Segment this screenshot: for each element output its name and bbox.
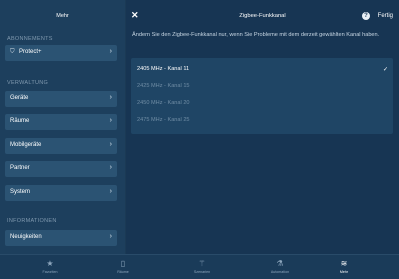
- checkmark-icon: ✓: [382, 67, 388, 73]
- sidebar-item-label: Protect+: [19, 49, 42, 55]
- tab-label: Automation: [270, 270, 290, 274]
- chevron-right-icon: ›: [109, 141, 112, 148]
- sidebar-item-label: Partner: [10, 165, 30, 171]
- tab-label: Favoriten: [42, 270, 58, 274]
- section-label-information: INFORMATIONEN: [7, 218, 57, 224]
- tab-rooms[interactable]: ▯ Räume: [103, 259, 143, 274]
- sidebar-item-news[interactable]: Neuigkeiten ›: [5, 230, 117, 246]
- channel-option-15[interactable]: 2425 MHz - Kanal 15: [137, 83, 190, 89]
- tab-favorites[interactable]: ★ Favoriten: [30, 259, 70, 274]
- flask-icon: ⚗: [276, 259, 284, 268]
- star-icon: ★: [46, 259, 54, 268]
- sidebar-item-label: Neuigkeiten: [10, 234, 42, 240]
- zigbee-channel-panel: ✕ Zigbee-Funkkanal ? Fertig Ändern Sie d…: [126, 0, 399, 254]
- sidebar-item-devices[interactable]: Geräte ›: [5, 91, 117, 107]
- panel-description: Ändern Sie den Zigbee-Funkkanal nur, wen…: [132, 32, 380, 38]
- sidebar-item-protect-plus[interactable]: ⛉ Protect+ ›: [5, 45, 117, 61]
- sidebar-item-mobile-devices[interactable]: Mobilgeräte ›: [5, 138, 117, 154]
- channel-option-11[interactable]: 2405 MHz - Kanal 11: [137, 66, 189, 72]
- shield-icon: ⛉: [10, 49, 15, 55]
- channel-option-20[interactable]: 2450 MHz - Kanal 20: [137, 100, 190, 106]
- section-label-subscriptions: ABONNEMENTS: [7, 36, 53, 42]
- sidebar-item-label: Mobilgeräte: [10, 142, 42, 148]
- app-window: ◂ Suchen 09:53 Freitag 20. Dez. 99 % Meh…: [0, 0, 399, 279]
- tab-more[interactable]: ≋ Mehr: [324, 259, 364, 274]
- sidebar-item-label: System: [10, 189, 31, 195]
- chevron-right-icon: ›: [109, 117, 112, 124]
- bottom-tab-bar: ★ Favoriten ▯ Räume ⚚ Szenarien ⚗ Automa…: [0, 254, 399, 279]
- chevron-right-icon: ›: [109, 94, 112, 101]
- chevron-right-icon: ›: [109, 188, 112, 195]
- sidebar-item-label: Geräte: [10, 95, 29, 101]
- sidebar-item-partners[interactable]: Partner ›: [5, 161, 117, 177]
- channel-list: 2405 MHz - Kanal 11 ✓ 2425 MHz - Kanal 1…: [131, 58, 393, 134]
- magic-wand-icon: ⚚: [198, 259, 206, 268]
- layers-icon: ≋: [340, 259, 348, 268]
- tab-scenarios[interactable]: ⚚ Szenarien: [182, 259, 222, 274]
- panel-title: Zigbee-Funkkanal: [239, 13, 286, 19]
- chevron-right-icon: ›: [109, 164, 112, 171]
- tab-label: Mehr: [339, 270, 349, 274]
- tab-automation[interactable]: ⚗ Automation: [260, 259, 300, 274]
- section-label-management: VERWALTUNG: [7, 80, 49, 86]
- channel-option-25[interactable]: 2475 MHz - Kanal 25: [137, 117, 190, 123]
- done-button[interactable]: Fertig: [378, 13, 393, 19]
- help-icon[interactable]: ?: [362, 12, 370, 20]
- room-icon: ▯: [120, 259, 126, 268]
- chevron-right-icon: ›: [109, 48, 112, 55]
- tab-label: Räume: [117, 270, 129, 274]
- sidebar-item-rooms[interactable]: Räume ›: [5, 114, 117, 130]
- sidebar-title: Mehr: [56, 13, 69, 19]
- sidebar-item-label: Räume: [10, 118, 30, 124]
- sidebar-item-system[interactable]: System ›: [5, 185, 117, 201]
- tab-label: Szenarien: [193, 270, 211, 274]
- chevron-right-icon: ›: [109, 233, 112, 240]
- sidebar: Mehr ABONNEMENTS ⛉ Protect+ › VERWALTUNG…: [0, 0, 125, 254]
